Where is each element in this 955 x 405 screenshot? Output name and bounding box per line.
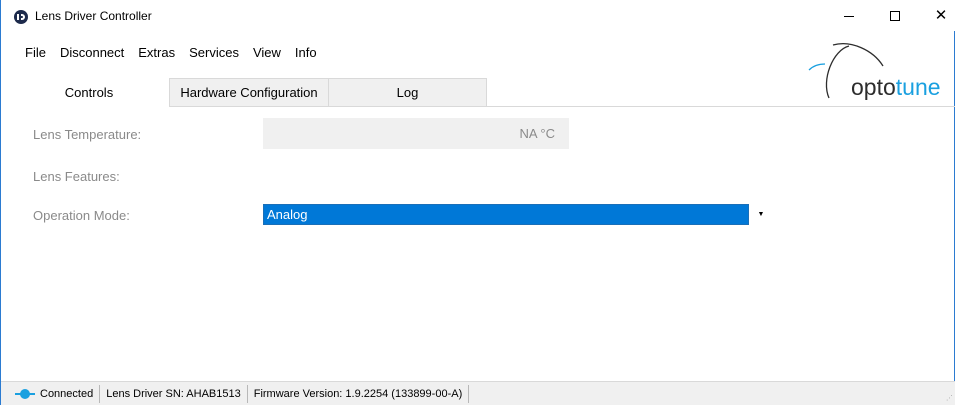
close-icon: ✕ (934, 6, 948, 24)
operation-mode-value[interactable]: Analog (263, 204, 749, 225)
menu-bar: File Disconnect Extras Services View Inf… (1, 43, 324, 63)
main-window: Lens Driver Controller ✕ File Disconnect… (0, 0, 955, 405)
logo-text-prefix: opto (851, 74, 896, 100)
menu-view[interactable]: View (246, 43, 288, 63)
tab-hardware-configuration[interactable]: Hardware Configuration (169, 78, 329, 107)
optotune-logo: optotune (801, 40, 955, 102)
resize-grip-icon[interactable]: ⋰ (946, 395, 954, 403)
menu-extras[interactable]: Extras (131, 43, 182, 63)
maximize-icon (890, 10, 900, 21)
lens-features-label: Lens Features: (33, 169, 120, 184)
status-bar: Connected Lens Driver SN: AHAB1513 Firmw… (1, 381, 955, 405)
tab-log[interactable]: Log (328, 78, 487, 107)
serial-number-status: Lens Driver SN: AHAB1513 (100, 384, 248, 403)
operation-mode-label: Operation Mode: (33, 208, 130, 223)
tab-controls[interactable]: Controls (9, 77, 169, 107)
window-title: Lens Driver Controller (35, 9, 152, 23)
operation-mode-select[interactable]: Analog ▼ (263, 204, 769, 225)
dropdown-arrow-icon[interactable]: ▼ (753, 204, 769, 225)
connected-icon (15, 388, 35, 399)
lens-temperature-value: NA °C (263, 118, 569, 149)
firmware-version-status: Firmware Version: 1.9.2254 (133899-00-A) (248, 384, 470, 403)
connection-status: Connected (1, 384, 101, 403)
menu-disconnect[interactable]: Disconnect (53, 43, 131, 63)
menu-services[interactable]: Services (182, 43, 246, 63)
minimize-button[interactable] (826, 0, 872, 31)
minimize-icon (844, 16, 854, 17)
tab-divider (169, 106, 955, 107)
close-button[interactable]: ✕ (918, 0, 955, 31)
maximize-button[interactable] (872, 0, 918, 31)
logo-text: optotune (851, 74, 941, 101)
title-bar[interactable]: Lens Driver Controller ✕ (1, 0, 955, 31)
lens-temperature-label: Lens Temperature: (33, 127, 142, 142)
menu-file[interactable]: File (1, 43, 53, 63)
menu-info[interactable]: Info (288, 43, 324, 63)
logo-text-suffix: tune (895, 74, 941, 100)
app-logo-icon (14, 10, 28, 24)
connection-text: Connected (40, 387, 94, 400)
